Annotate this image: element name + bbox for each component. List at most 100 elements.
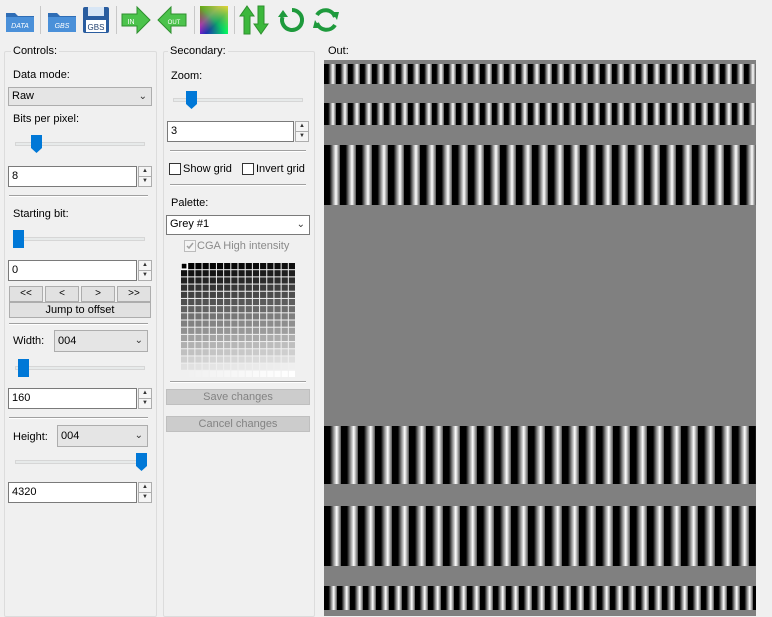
cga-checkbox[interactable] bbox=[184, 240, 196, 252]
palette-swatch[interactable] bbox=[216, 320, 224, 327]
palette-swatch[interactable] bbox=[224, 277, 231, 284]
palette-swatch[interactable] bbox=[224, 284, 231, 291]
palette-swatch[interactable] bbox=[181, 313, 188, 320]
palette-swatch[interactable] bbox=[231, 327, 238, 334]
palette-swatch[interactable] bbox=[224, 370, 231, 377]
palette-swatch[interactable] bbox=[224, 334, 231, 342]
palette-swatch[interactable] bbox=[181, 342, 188, 349]
palette-swatch[interactable] bbox=[288, 270, 295, 277]
palette-swatch[interactable] bbox=[202, 334, 209, 342]
palette-swatch[interactable] bbox=[224, 306, 231, 313]
palette-swatch[interactable] bbox=[209, 370, 216, 377]
palette-swatch[interactable] bbox=[202, 284, 209, 291]
height-slider-thumb[interactable] bbox=[136, 453, 147, 471]
palette-swatch[interactable] bbox=[260, 334, 267, 342]
zoom-input[interactable]: 3 bbox=[167, 121, 294, 142]
palette-swatch[interactable] bbox=[281, 370, 288, 377]
palette-swatch[interactable] bbox=[267, 291, 274, 298]
palette-swatch[interactable] bbox=[216, 313, 224, 320]
palette-swatch[interactable] bbox=[181, 291, 188, 298]
palette-swatch[interactable] bbox=[267, 334, 274, 342]
spin-up-icon[interactable]: ▲ bbox=[296, 122, 308, 132]
palette-swatch[interactable] bbox=[267, 342, 274, 349]
palette-swatch[interactable] bbox=[231, 270, 238, 277]
palette-swatch[interactable] bbox=[216, 306, 224, 313]
palette-swatch[interactable] bbox=[245, 313, 252, 320]
open-gbs-button[interactable]: GBS bbox=[46, 4, 78, 36]
palette-swatch[interactable] bbox=[188, 327, 195, 334]
palette-swatch[interactable] bbox=[252, 334, 260, 342]
palette-select[interactable]: Grey #1 ⌄ bbox=[166, 215, 310, 235]
palette-swatch[interactable] bbox=[224, 313, 231, 320]
palette-swatch[interactable] bbox=[267, 284, 274, 291]
palette-swatch[interactable] bbox=[209, 306, 216, 313]
palette-swatch[interactable] bbox=[216, 284, 224, 291]
palette-swatch[interactable] bbox=[252, 313, 260, 320]
palette-swatch[interactable] bbox=[224, 263, 231, 270]
palette-swatch[interactable] bbox=[238, 334, 245, 342]
palette-swatch[interactable] bbox=[288, 342, 295, 349]
palette-swatch[interactable] bbox=[188, 349, 195, 356]
width-slider-track[interactable] bbox=[15, 366, 145, 370]
palette-swatch[interactable] bbox=[238, 320, 245, 327]
palette-swatch[interactable] bbox=[281, 349, 288, 356]
palette-swatch[interactable] bbox=[281, 320, 288, 327]
bpp-input[interactable]: 8 bbox=[8, 166, 137, 187]
palette-swatch[interactable] bbox=[224, 356, 231, 363]
palette-swatch[interactable] bbox=[209, 349, 216, 356]
palette-swatch[interactable] bbox=[216, 277, 224, 284]
palette-swatch[interactable] bbox=[202, 313, 209, 320]
palette-swatch[interactable] bbox=[281, 363, 288, 370]
palette-swatch[interactable] bbox=[274, 263, 281, 270]
palette-swatch[interactable] bbox=[281, 277, 288, 284]
palette-swatch[interactable] bbox=[202, 370, 209, 377]
palette-swatch[interactable] bbox=[252, 284, 260, 291]
cancel-changes-button[interactable]: Cancel changes bbox=[166, 416, 310, 432]
palette-swatch[interactable] bbox=[260, 327, 267, 334]
height-slider-track[interactable] bbox=[15, 460, 145, 464]
palette-swatch[interactable] bbox=[288, 263, 295, 270]
palette-swatch[interactable] bbox=[188, 263, 195, 270]
palette-swatch[interactable] bbox=[181, 327, 188, 334]
palette-swatch[interactable] bbox=[274, 270, 281, 277]
spin-down-icon[interactable]: ▼ bbox=[139, 177, 151, 186]
palette-swatch[interactable] bbox=[281, 263, 288, 270]
palette-swatch[interactable] bbox=[202, 277, 209, 284]
palette-swatch[interactable] bbox=[231, 313, 238, 320]
palette-swatch[interactable] bbox=[260, 313, 267, 320]
palette-swatch[interactable] bbox=[231, 334, 238, 342]
spin-up-icon[interactable]: ▲ bbox=[139, 167, 151, 177]
palette-swatch[interactable] bbox=[181, 334, 188, 342]
palette-swatch[interactable] bbox=[188, 313, 195, 320]
palette-swatch[interactable] bbox=[238, 327, 245, 334]
palette-swatch[interactable] bbox=[224, 349, 231, 356]
palette-swatch[interactable] bbox=[288, 327, 295, 334]
palette-swatch[interactable] bbox=[224, 363, 231, 370]
palette-swatch[interactable] bbox=[231, 349, 238, 356]
palette-swatch[interactable] bbox=[216, 370, 224, 377]
palette-swatch[interactable] bbox=[209, 320, 216, 327]
palette-swatch[interactable] bbox=[267, 298, 274, 306]
palette-swatch[interactable] bbox=[238, 349, 245, 356]
palette-swatch[interactable] bbox=[181, 363, 188, 370]
palette-swatch[interactable] bbox=[281, 291, 288, 298]
palette-swatch[interactable] bbox=[195, 291, 202, 298]
palette-swatch[interactable] bbox=[181, 284, 188, 291]
palette-swatch[interactable] bbox=[202, 298, 209, 306]
palette-swatch[interactable] bbox=[181, 349, 188, 356]
palette-swatch[interactable] bbox=[195, 363, 202, 370]
palette-swatch[interactable] bbox=[188, 284, 195, 291]
palette-swatch[interactable] bbox=[245, 291, 252, 298]
palette-swatch[interactable] bbox=[195, 313, 202, 320]
width-input[interactable]: 160 bbox=[8, 388, 137, 409]
start-bit-slider-track[interactable] bbox=[15, 237, 145, 241]
palette-swatch[interactable] bbox=[231, 291, 238, 298]
palette-swatch[interactable] bbox=[252, 349, 260, 356]
palette-swatch[interactable] bbox=[260, 277, 267, 284]
palette-swatch[interactable] bbox=[260, 291, 267, 298]
palette-swatch[interactable] bbox=[238, 363, 245, 370]
palette-swatch[interactable] bbox=[195, 270, 202, 277]
palette-swatch[interactable] bbox=[195, 320, 202, 327]
invert-grid-checkbox[interactable] bbox=[242, 163, 254, 175]
palette-swatch[interactable] bbox=[288, 320, 295, 327]
